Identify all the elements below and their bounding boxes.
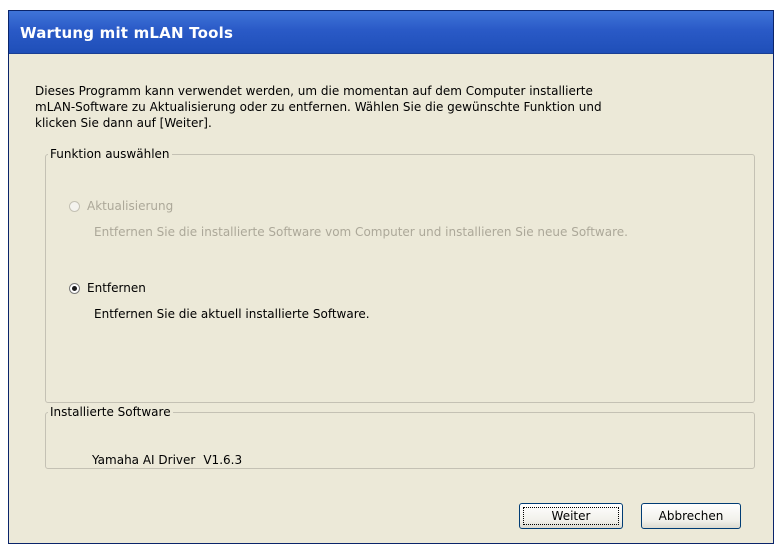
title-bar[interactable]: Wartung mit mLAN Tools bbox=[9, 11, 773, 54]
dialog-window: Wartung mit mLAN Tools Dieses Programm k… bbox=[8, 10, 774, 544]
software-name: Yamaha AI Driver bbox=[92, 453, 196, 467]
description-text: Dieses Programm kann verwendet werden, u… bbox=[35, 83, 735, 131]
remove-description: Entfernen Sie die aktuell installierte S… bbox=[94, 307, 370, 321]
installed-software-group: Installierte Software Yamaha AI Driver V1… bbox=[45, 405, 755, 469]
radio-update-label: Aktualisierung bbox=[87, 199, 174, 213]
next-button[interactable]: Weiter bbox=[519, 503, 623, 529]
window-title: Wartung mit mLAN Tools bbox=[20, 24, 234, 42]
function-select-group: Funktion auswählen Aktualisierung Entfer… bbox=[45, 147, 755, 403]
software-version: V1.6.3 bbox=[203, 453, 243, 467]
radio-remove-button[interactable] bbox=[69, 282, 80, 294]
update-description: Entfernen Sie die installierte Software … bbox=[94, 225, 628, 239]
next-button-label: Weiter bbox=[551, 509, 591, 523]
radio-option-update[interactable]: Aktualisierung bbox=[69, 199, 173, 213]
radio-remove-label: Entfernen bbox=[87, 281, 146, 295]
function-select-legend: Funktion auswählen bbox=[50, 147, 170, 161]
description-line-2: mLAN-Software zu Aktualisierung oder zu … bbox=[35, 100, 602, 114]
installed-software-legend: Installierte Software bbox=[50, 405, 171, 419]
description-line-1: Dieses Programm kann verwendet werden, u… bbox=[35, 84, 593, 98]
radio-update-button[interactable] bbox=[69, 200, 80, 212]
installed-software-entry: Yamaha AI Driver V1.6.3 bbox=[92, 453, 242, 467]
description-line-3: klicken Sie dann auf [Weiter]. bbox=[35, 116, 212, 130]
cancel-button[interactable]: Abbrechen bbox=[641, 503, 741, 529]
radio-option-remove[interactable]: Entfernen bbox=[69, 281, 146, 295]
